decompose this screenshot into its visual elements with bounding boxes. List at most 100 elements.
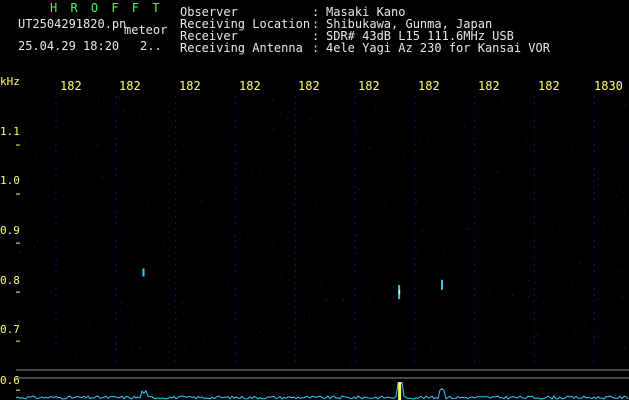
- noise-speck: [59, 155, 61, 157]
- mode-label: meteor: [124, 23, 168, 37]
- date-time: 25.04.29 18:20: [18, 39, 120, 53]
- noise-speck: [27, 179, 29, 181]
- noise-speck: [97, 144, 98, 147]
- noise-speck: [37, 240, 38, 243]
- noise-speck: [571, 310, 573, 312]
- noise-speck: [509, 286, 511, 289]
- noise-speck: [209, 111, 211, 114]
- noise-speck: [19, 250, 21, 253]
- noise-speck: [152, 189, 154, 191]
- noise-speck: [32, 225, 34, 228]
- noise-speck: [111, 256, 113, 258]
- meteor-echo: [441, 279, 444, 290]
- noise-speck: [128, 306, 130, 308]
- noise-speck: [177, 159, 179, 162]
- noise-speck: [230, 331, 232, 334]
- noise-speck: [181, 301, 183, 304]
- noise-speck: [613, 143, 615, 145]
- noise-speck: [131, 354, 133, 356]
- noise-speck: [323, 215, 325, 217]
- noise-speck: [387, 272, 389, 274]
- noise-speck: [127, 141, 129, 144]
- noise-speck: [159, 308, 161, 310]
- noise-speck: [584, 112, 586, 114]
- noise-speck: [24, 161, 26, 163]
- noise-speck: [583, 271, 585, 274]
- noise-speck: [227, 284, 229, 287]
- noise-speck: [315, 205, 317, 207]
- noise-speck: [272, 126, 274, 129]
- noise-speck: [98, 290, 100, 292]
- x-tick: 182: [60, 79, 82, 93]
- noise-speck: [453, 213, 455, 214]
- noise-speck: [604, 233, 606, 235]
- noise-speck: [614, 359, 616, 361]
- noise-speck: [500, 132, 502, 134]
- antenna-colon: :: [312, 41, 320, 55]
- noise-speck: [342, 299, 344, 301]
- noise-speck: [492, 166, 494, 168]
- noise-speck: [39, 147, 41, 150]
- spectrum-trace: [16, 381, 629, 400]
- noise-speck: [81, 229, 83, 230]
- noise-speck: [295, 267, 297, 270]
- noise-speck: [502, 100, 504, 103]
- echo-count: 2..: [140, 39, 162, 53]
- noise-speck: [617, 219, 619, 221]
- noise-speck: [219, 147, 221, 149]
- noise-speck: [63, 332, 65, 334]
- noise-speck: [455, 267, 457, 269]
- noise-speck: [612, 172, 614, 174]
- noise-speck: [465, 138, 467, 140]
- noise-speck: [562, 276, 563, 278]
- noise-speck: [176, 168, 178, 170]
- noise-speck: [294, 145, 296, 147]
- noise-speck: [390, 343, 392, 345]
- noise-speck: [601, 183, 603, 185]
- noise-speck: [377, 206, 379, 208]
- noise-speck: [309, 305, 311, 307]
- noise-speck: [430, 345, 432, 347]
- noise-speck: [74, 353, 76, 356]
- noise-speck: [16, 226, 18, 228]
- noise-speck: [578, 103, 580, 105]
- noise-speck: [31, 188, 33, 191]
- noise-speck: [605, 259, 607, 261]
- noise-speck: [24, 104, 26, 105]
- noise-speck: [259, 330, 261, 333]
- noise-speck: [531, 351, 533, 353]
- noise-speck: [623, 210, 625, 213]
- noise-speck: [518, 161, 520, 164]
- noise-speck: [348, 102, 350, 104]
- noise-speck: [625, 104, 627, 107]
- noise-speck: [107, 140, 108, 142]
- meteor-echo: [398, 285, 401, 300]
- noise-speck: [311, 98, 313, 100]
- noise-speck: [256, 189, 257, 191]
- noise-speck: [352, 119, 354, 122]
- noise-speck: [130, 271, 132, 272]
- noise-speck: [397, 164, 399, 166]
- app-title: H R O F F T: [50, 1, 163, 15]
- noise-speck: [28, 187, 29, 189]
- noise-speck: [366, 247, 368, 249]
- noise-speck: [413, 263, 415, 266]
- noise-speck: [588, 96, 590, 98]
- noise-speck: [51, 289, 53, 291]
- noise-speck: [603, 283, 605, 285]
- noise-speck: [597, 177, 599, 180]
- noise-speck: [281, 275, 283, 278]
- noise-speck: [316, 200, 318, 202]
- noise-speck: [285, 116, 287, 119]
- noise-speck: [556, 258, 557, 260]
- file-name: UT2504291820.pn: [18, 17, 127, 31]
- noise-speck: [99, 198, 101, 201]
- noise-speck: [531, 255, 533, 257]
- noise-speck: [101, 139, 103, 141]
- noise-speck: [509, 131, 511, 133]
- noise-speck: [279, 114, 281, 115]
- noise-speck: [479, 290, 481, 291]
- noise-speck: [92, 343, 94, 346]
- noise-speck: [525, 257, 527, 258]
- noise-speck: [51, 149, 53, 151]
